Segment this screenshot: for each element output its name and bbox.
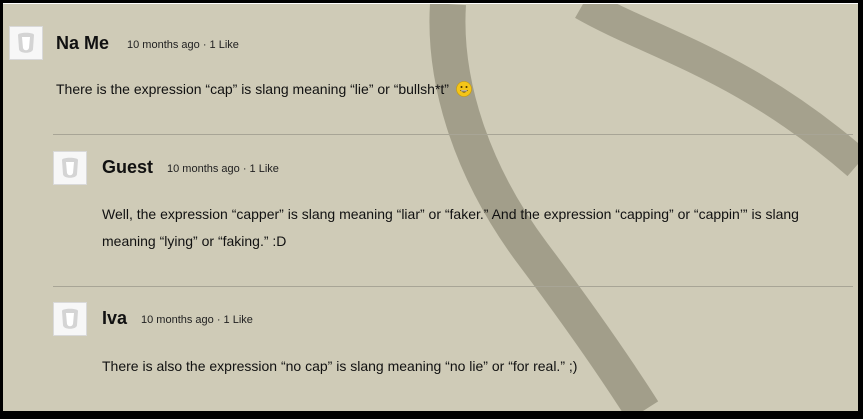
comment-body: There is the expression “cap” is slang m… (56, 76, 846, 103)
user-avatar-icon (18, 32, 34, 53)
comment-author[interactable]: Iva (102, 308, 127, 329)
comment-iva: Iva 10 months ago · 1 Like There is also… (3, 286, 858, 411)
comment-author[interactable]: Guest (102, 157, 153, 178)
grinning-face-emoji-icon (456, 81, 472, 97)
avatar[interactable] (53, 151, 87, 185)
comment-meta: 10 months ago · 1 Like (127, 39, 239, 51)
user-avatar-icon (62, 308, 78, 329)
comment-na-me: Na Me 10 months ago · 1 Like There is th… (3, 4, 858, 134)
comments-panel: Na Me 10 months ago · 1 Like There is th… (3, 3, 858, 411)
comment-meta: 10 months ago · 1 Like (167, 163, 279, 175)
comment-text: There is the expression “cap” is slang m… (56, 81, 449, 97)
comment-author[interactable]: Na Me (56, 33, 109, 54)
comment-meta: 10 months ago · 1 Like (141, 314, 253, 326)
comment-body: Well, the expression “capper” is slang m… (102, 206, 799, 249)
avatar[interactable] (53, 302, 87, 336)
user-avatar-icon (62, 157, 78, 178)
comment-guest: Guest 10 months ago · 1 Like Well, the e… (3, 134, 858, 286)
comment-body: There is also the expression “no cap” is… (102, 358, 578, 374)
avatar[interactable] (9, 26, 43, 60)
